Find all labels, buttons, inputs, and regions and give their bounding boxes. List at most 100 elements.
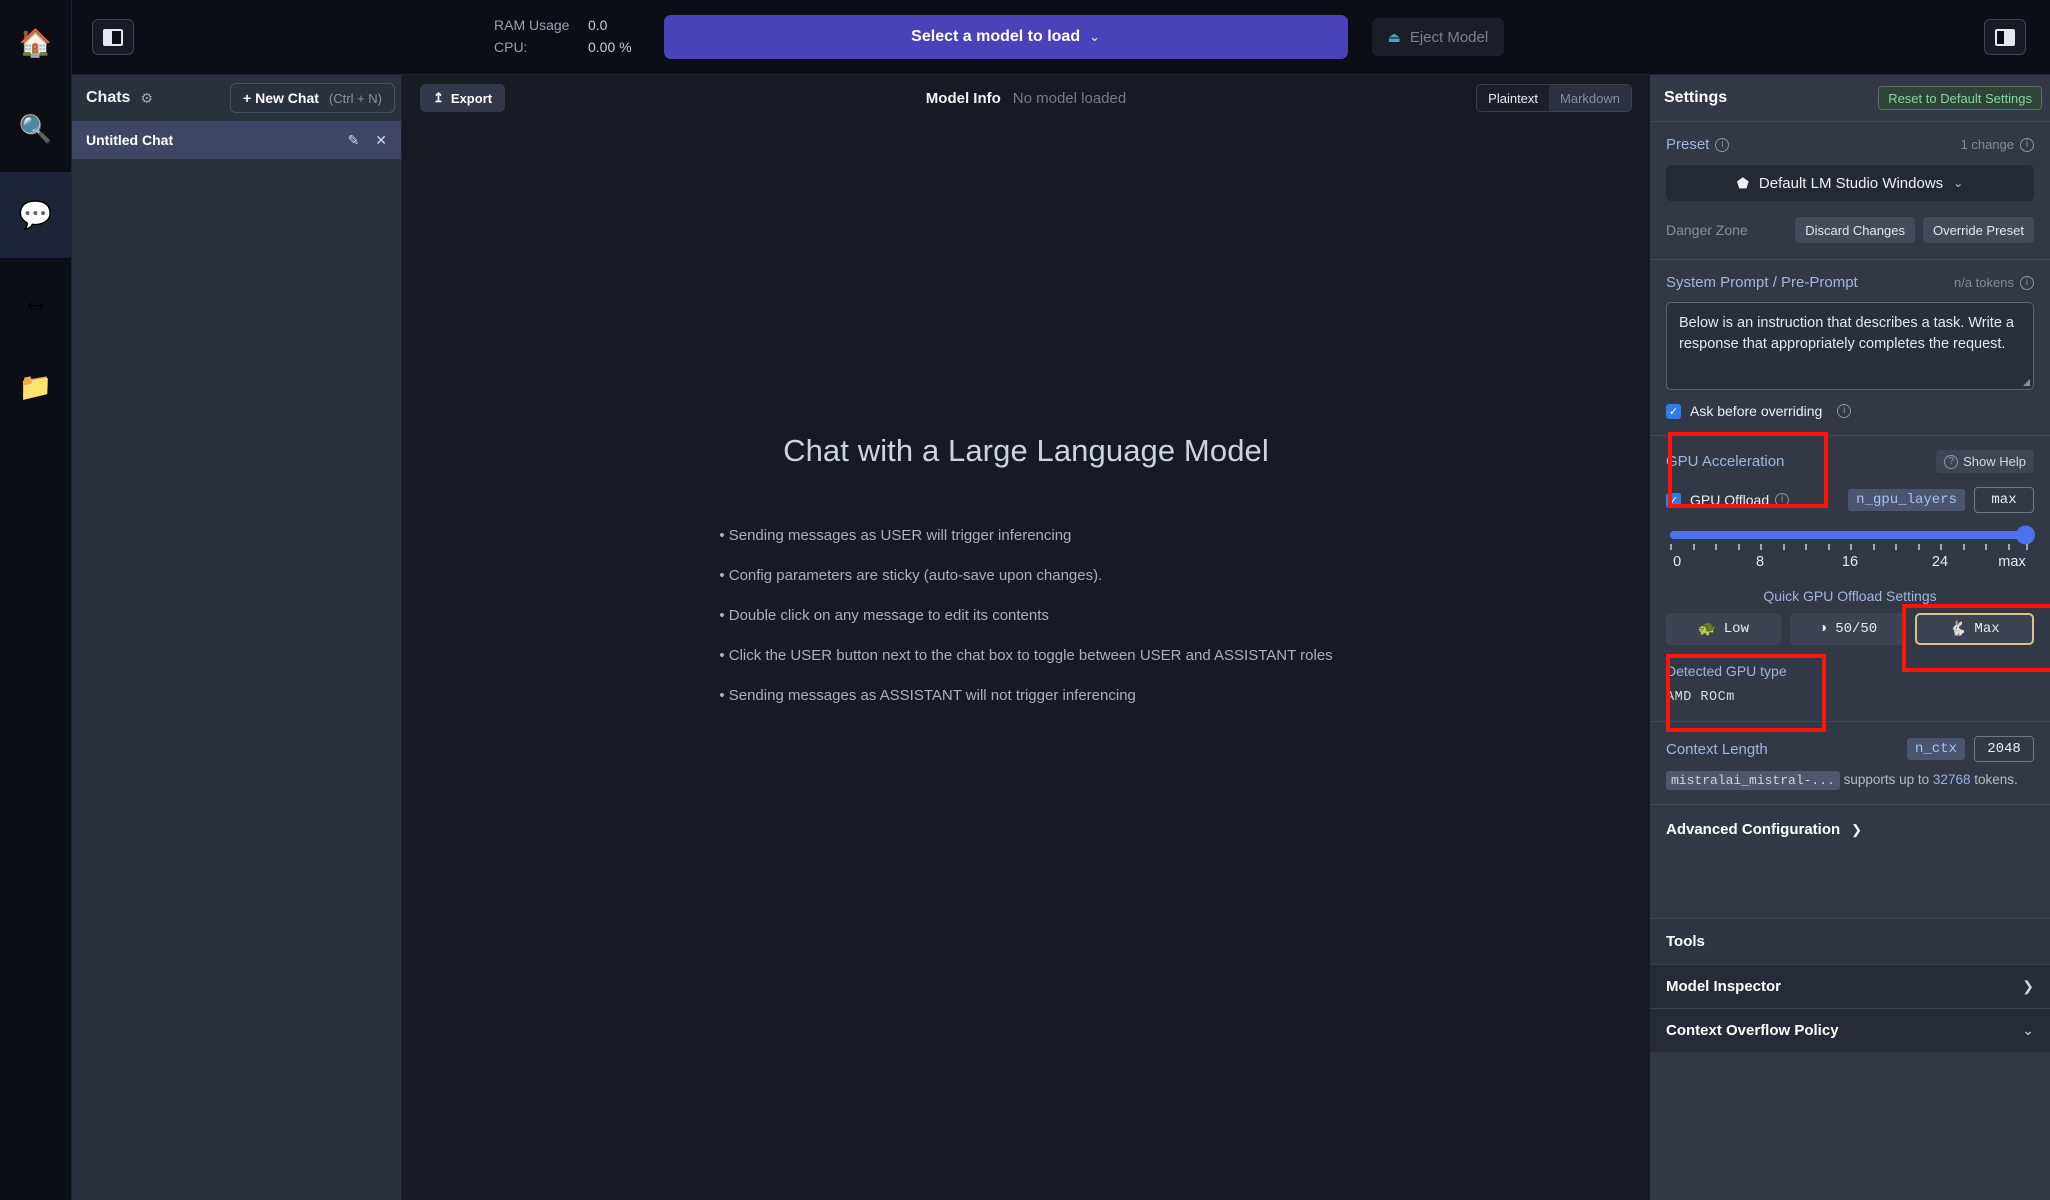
preset-dropdown[interactable]: ⬟ Default LM Studio Windows ⌄ [1666,165,2034,201]
toggle-left-panel-button[interactable] [92,19,134,55]
list-item: Click the USER button next to the chat b… [719,647,1333,664]
toggle-right-panel-button[interactable] [1984,19,2026,55]
rail-item-home[interactable]: 🏠 [0,0,72,86]
advanced-configuration-row[interactable]: Advanced Configuration ❯ [1650,804,2050,854]
gpu-offload-checkbox[interactable]: ✓ [1666,492,1681,508]
help-icon: ? [1944,454,1959,469]
quick-gpu-offload-buttons: 🐢 Low ◑ 50/50 🐇 Max [1666,613,2034,645]
tick-label-16: 16 [1841,554,1859,570]
gpu-acceleration-section: GPU Acceleration ? Show Help ✓ GPU Offlo… [1650,432,2050,732]
preset-selected-value: Default LM Studio Windows [1758,174,1944,192]
system-prompt-token-count: n/a tokens [1954,275,2014,290]
quick-offload-low-button[interactable]: 🐢 Low [1666,613,1782,645]
info-icon[interactable]: i [1775,493,1790,507]
new-chat-button[interactable]: + New Chat (Ctrl + N) [230,83,395,113]
chevron-right-icon: ❯ [1851,821,1863,837]
context-note-model: mistralai_mistral-... [1666,771,1840,790]
info-icon[interactable]: i [1837,404,1852,418]
eject-model-button[interactable]: ⏏ Eject Model [1371,18,1505,56]
show-help-button[interactable]: ? Show Help [1936,450,2034,473]
model-info-label: Model Info [925,89,1001,107]
slider-ticks [1670,544,2030,552]
list-item: Sending messages as ASSISTANT will not t… [719,687,1332,704]
chevron-down-icon: ⌄ [1089,29,1101,44]
list-item: Double click on any message to edit its … [719,607,1332,624]
reset-to-default-settings-button[interactable]: Reset to Default Settings [1878,86,2042,110]
rail-item-chat[interactable]: 💬 [0,172,72,258]
model-info: Model Info No model loaded [402,90,1650,107]
slider-handle[interactable] [2016,525,2035,545]
gpu-header-row: GPU Acceleration ? Show Help [1666,450,2034,473]
chats-title: Chats [86,89,131,106]
ask-before-overriding-row: ✓ Ask before overriding i [1666,403,2034,419]
settings-title: Settings [1664,89,1728,106]
preset-changes-count: 1 change [1960,137,2015,152]
rabbit-icon: 🐇 [1948,621,1967,638]
chats-sidebar: Chats ⚙ + New Chat (Ctrl + N) Untitled C… [72,75,402,1200]
model-inspector-label: Model Inspector [1666,978,1782,995]
discard-changes-button[interactable]: Discard Changes [1795,217,1915,243]
rail-item-folder[interactable]: 📁 [0,344,72,430]
chats-header: Chats ⚙ + New Chat (Ctrl + N) [72,75,401,121]
preset-label: Preset [1666,136,1710,153]
rail-item-server[interactable]: ↔ [0,258,72,344]
slider-track[interactable] [1670,525,2035,545]
context-length-row: Context Length n_ctx 2048 [1666,736,2034,762]
n-ctx-input[interactable]: 2048 [1974,736,2034,762]
settings-tail [1650,1052,2050,1092]
close-icon[interactable]: ✕ [375,132,387,149]
preset-header-row: Preset i 1 change i [1666,136,2034,153]
chevron-right-icon: ❯ [2022,978,2034,994]
tips-list: Sending messages as USER will trigger in… [719,527,1333,727]
system-prompt-label: System Prompt / Pre-Prompt [1666,274,1858,291]
arrows-horizontal-icon: ↔ [22,285,49,316]
settings-scroll-area: Preset i 1 change i ⬟ Default LM Studio … [1650,121,2050,1200]
quick-offload-low-label: Low [1723,621,1749,637]
danger-zone-label: Danger Zone [1666,222,1748,238]
quick-offload-5050-button[interactable]: ◑ 50/50 [1790,613,1906,645]
context-overflow-policy-row[interactable]: Context Overflow Policy ⌄ [1650,1008,2050,1052]
info-icon[interactable]: i [2020,137,2034,152]
n-gpu-layers-input[interactable]: max [1974,487,2034,513]
context-overflow-policy-label: Context Overflow Policy [1666,1022,1839,1039]
gpu-layers-slider[interactable]: 0 8 16 24 max [1666,525,2035,572]
page-title: Chat with a Large Language Model [783,433,1269,468]
edit-icon[interactable]: ✎ [348,132,360,149]
tick-label-max: max [1998,554,2026,570]
panel-left-icon [103,28,123,46]
override-preset-button[interactable]: Override Preset [1922,217,2034,243]
rail-item-search[interactable]: 🔍 [0,86,72,172]
chat-panel: ↥ Export Model Info No model loaded Plai… [402,75,1650,1200]
tick-label-24: 24 [1931,554,1949,570]
cube-icon: ⬟ [1736,174,1749,191]
half-circle-icon: ◑ [1818,621,1828,637]
icon-rail: 🏠 🔍 💬 ↔ 📁 [0,0,72,1200]
tab-plaintext[interactable]: Plaintext [1477,85,1550,111]
chat-list-item[interactable]: Untitled Chat ✎ ✕ [72,121,401,159]
turtle-icon: 🐢 [1698,621,1716,638]
quick-offload-max-button[interactable]: 🐇 Max [1914,613,2034,645]
tab-markdown[interactable]: Markdown [1549,85,1631,111]
danger-zone-row: Danger Zone Discard Changes Override Pre… [1666,217,2034,243]
ask-before-overriding-checkbox[interactable]: ✓ [1666,403,1681,419]
render-mode-toggle[interactable]: Plaintext Markdown [1476,84,1632,112]
settings-gap [1650,854,2050,918]
context-note-end: tokens. [1974,772,2018,787]
chat-bubble-icon: 💬 [18,199,53,230]
export-label: Export [450,90,493,106]
detected-gpu-type-label: Detected GPU type [1666,663,1787,679]
info-icon[interactable]: i [2020,275,2034,290]
system-prompt-section: System Prompt / Pre-Prompt n/a tokens i … [1650,259,2050,435]
search-icon: 🔍 [18,113,53,144]
n-gpu-layers-param: n_gpu_layers [1848,489,1965,511]
info-icon[interactable]: i [1715,137,1730,152]
tools-section-header: Tools [1650,918,2050,964]
system-prompt-textarea[interactable]: Below is an instruction that describes a… [1666,302,2034,390]
select-model-button[interactable]: Select a model to load ⌄ [663,15,1348,59]
gear-icon[interactable]: ⚙ [140,90,153,107]
model-info-value: No model loaded [1012,89,1127,107]
advanced-configuration-label: Advanced Configuration [1666,821,1841,838]
resource-stats: RAM Usage 0.0 CPU: 0.00 % [494,15,632,58]
export-button[interactable]: ↥ Export [420,84,506,112]
model-inspector-row[interactable]: Model Inspector ❯ [1650,964,2050,1008]
